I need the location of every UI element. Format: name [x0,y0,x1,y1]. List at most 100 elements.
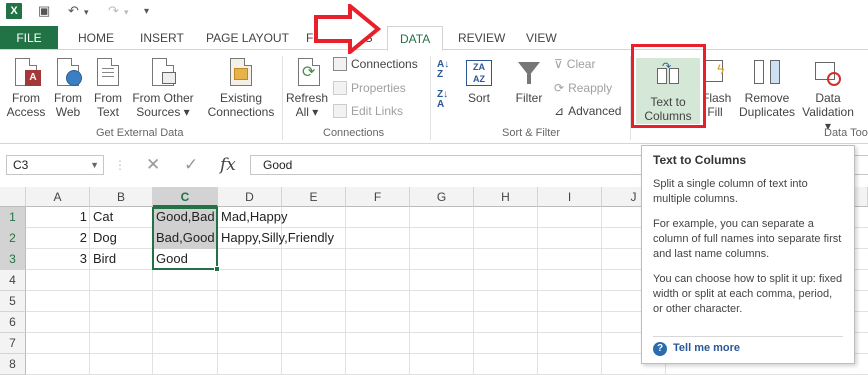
cell-a3[interactable]: 3 [26,249,90,269]
from-other-label-2: Sources ▾ [136,105,190,119]
existing-connections-button[interactable]: Existing Connections [204,56,278,119]
redo-dropdown-icon[interactable]: ▾ [124,7,129,18]
enter-icon[interactable]: ✓ [184,155,198,175]
cell-b2[interactable]: Dog [90,228,153,248]
column-header-c[interactable]: C [153,187,218,207]
cell-d1[interactable]: Mad,Happy [218,207,290,227]
web-icon [53,56,83,88]
row-header-2[interactable]: 2 [0,228,26,249]
from-web-label-2: Web [55,105,81,119]
column-header-e[interactable]: E [282,187,346,207]
cell-a1[interactable]: 1 [26,207,90,227]
tab-data[interactable]: DATA [387,26,444,51]
column-header-g[interactable]: G [410,187,474,207]
formula-value: Good [263,158,293,172]
sort-button[interactable]: ZA AZ Sort [462,56,496,105]
reapply-label: Reapply [568,81,613,95]
clear-button[interactable]: ⊽ Clear [554,54,595,74]
sort-z-a-icon: Z↓ A [437,89,449,110]
data-validation-icon [813,56,843,88]
other-sources-icon [148,56,178,88]
row-header-6[interactable]: 6 [0,312,26,333]
from-access-button[interactable]: A From Access [4,56,48,119]
tab-home[interactable]: HOME [66,26,126,50]
cancel-icon[interactable]: ✕ [146,155,160,175]
tab-review[interactable]: REVIEW [446,26,517,50]
column-header-a[interactable]: A [26,187,90,207]
flash-fill-icon: ϟ [703,56,727,88]
properties-icon [333,81,347,95]
refresh-all-button[interactable]: ⟳ Refresh All ▾ [285,56,329,119]
insert-function-icon[interactable]: fx [220,155,236,175]
group-label-connections: Connections [323,127,385,139]
remove-duplicates-button[interactable]: Remove Duplicates [734,56,800,119]
filter-label: Filter [515,91,543,105]
filter-icon [514,56,544,88]
group-label-sort-filter: Sort & Filter [502,127,561,139]
cell-d2[interactable]: Happy,Silly,Friendly [218,228,337,248]
from-access-label-2: Access [6,105,46,119]
sort-label: Sort [467,91,490,105]
from-other-sources-button[interactable]: From Other Sources ▾ [130,56,196,119]
text-to-columns-tooltip: Text to Columns Split a single column of… [641,145,855,364]
undo-dropdown-icon[interactable]: ▾ [84,7,89,18]
from-access-label-1: From [12,91,40,105]
existing-connections-icon [226,56,256,88]
undo-icon[interactable]: ↶ [68,3,79,19]
properties-button[interactable]: Properties [333,78,406,98]
row-header-5[interactable]: 5 [0,291,26,312]
cell-c2[interactable]: Bad,Good [153,228,218,248]
group-label-data-tools: Data Too [824,127,868,139]
cell-b3[interactable]: Bird [90,249,153,269]
fill-handle[interactable] [214,266,220,272]
remove-duplicates-label-2: Duplicates [738,105,796,119]
tell-me-more-link[interactable]: ? Tell me more [653,342,740,356]
refresh-label-1: Refresh [285,91,329,105]
column-header-f[interactable]: F [346,187,410,207]
reapply-icon: ⟳ [554,81,565,95]
cell-b1[interactable]: Cat [90,207,153,227]
tab-page-layout[interactable]: PAGE LAYOUT [194,26,301,50]
flash-fill-label-2: Fill [707,105,723,119]
data-validation-button[interactable]: Data Validation ▾ [798,56,858,133]
connections-button[interactable]: Connections [333,54,418,74]
name-box[interactable]: C3 ▼ [6,155,104,175]
remove-duplicates-icon [752,56,782,88]
cell-c1[interactable]: Good,Bad [153,207,218,227]
sort-a-z-icon: A↓ Z [437,59,450,80]
cell-c3[interactable]: Good [153,249,191,269]
tab-view[interactable]: VIEW [514,26,569,50]
from-web-button[interactable]: From Web [50,56,86,119]
column-header-h[interactable]: H [474,187,538,207]
row-header-1[interactable]: 1 [0,207,26,228]
reapply-button[interactable]: ⟳ Reapply [554,78,612,98]
column-header-d[interactable]: D [218,187,282,207]
remove-duplicates-label-1: Remove [744,91,790,105]
tooltip-paragraph-3: You can choose how to split it up: fixed… [653,273,843,315]
tab-file[interactable]: FILE [0,26,58,50]
sort-a-z-button[interactable]: A↓ Z [437,60,449,80]
clear-label: Clear [566,57,596,71]
tooltip-divider [653,336,843,337]
row-header-4[interactable]: 4 [0,270,26,291]
row-header-3[interactable]: 3 [0,249,26,270]
advanced-button[interactable]: ⊿ Advanced [554,101,621,121]
save-icon[interactable]: ▣ [38,3,50,19]
redo-icon[interactable]: ↷ [108,3,119,19]
tab-insert[interactable]: INSERT [128,26,196,50]
quick-access-toolbar: X ▣ ↶ ▾ ↷ ▾ ▾ [0,0,868,26]
customize-qat-icon[interactable]: ▾ [144,6,149,17]
select-all-corner[interactable] [0,187,26,207]
cell-a2[interactable]: 2 [26,228,90,248]
column-header-i[interactable]: I [538,187,602,207]
connections-label: Connections [351,57,418,71]
row-header-7[interactable]: 7 [0,333,26,354]
column-header-b[interactable]: B [90,187,153,207]
sort-z-a-button[interactable]: Z↓ A [437,90,448,110]
filter-button[interactable]: Filter [510,56,548,105]
sort-icon: ZA AZ [464,56,494,88]
name-box-dropdown-icon[interactable]: ▼ [90,156,99,174]
edit-links-button[interactable]: Edit Links [333,101,403,121]
row-header-8[interactable]: 8 [0,354,26,375]
from-text-button[interactable]: From Text [90,56,126,119]
